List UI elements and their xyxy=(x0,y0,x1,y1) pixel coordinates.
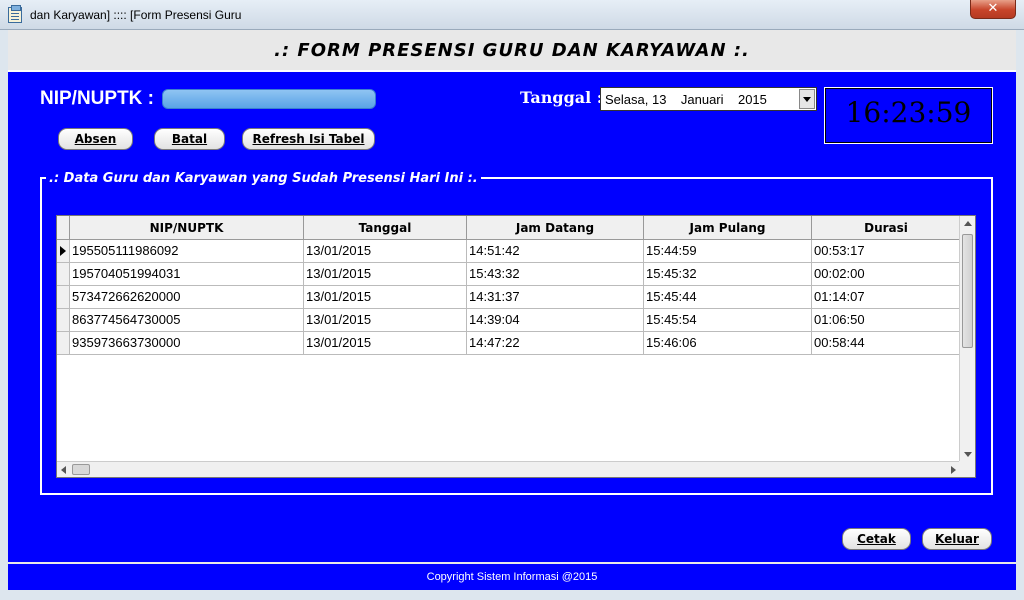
table-row[interactable]: 195704051994031 13/01/2015 15:43:32 15:4… xyxy=(57,263,961,286)
row-indicator-header xyxy=(57,216,70,240)
form-header: .: FORM PRESENSI GURU DAN KARYAWAN :. xyxy=(8,30,1016,72)
row-selector[interactable] xyxy=(57,332,70,355)
vertical-scrollbar[interactable] xyxy=(959,216,975,462)
scroll-up-arrow-icon[interactable] xyxy=(964,221,972,226)
cell-nip[interactable]: 195505111986092 xyxy=(70,240,304,263)
cell-jam-datang[interactable]: 14:39:04 xyxy=(467,309,644,332)
table-header: NIP/NUPTK Tanggal Jam Datang Jam Pulang … xyxy=(57,216,961,240)
cell-nip[interactable]: 195704051994031 xyxy=(70,263,304,286)
presensi-table[interactable]: NIP/NUPTK Tanggal Jam Datang Jam Pulang … xyxy=(56,215,976,478)
footer: Copyright Sistem Informasi @2015 xyxy=(8,562,1016,590)
copyright-text: Copyright Sistem Informasi @2015 xyxy=(426,571,598,583)
clock-display: 16:23:59 xyxy=(824,87,993,144)
cell-tanggal[interactable]: 13/01/2015 xyxy=(304,309,467,332)
cell-jam-datang[interactable]: 14:47:22 xyxy=(467,332,644,355)
cell-tanggal[interactable]: 13/01/2015 xyxy=(304,286,467,309)
row-selector[interactable] xyxy=(57,240,70,263)
table-row[interactable]: 195505111986092 13/01/2015 14:51:42 15:4… xyxy=(57,240,961,263)
cell-tanggal[interactable]: 13/01/2015 xyxy=(304,332,467,355)
cell-durasi[interactable]: 00:58:44 xyxy=(812,332,961,355)
scroll-left-arrow-icon[interactable] xyxy=(61,466,66,474)
nip-label: NIP/NUPTK : xyxy=(40,88,154,109)
nip-input[interactable] xyxy=(162,89,376,109)
close-button[interactable]: ✕ xyxy=(970,0,1016,19)
table-row[interactable]: 573472662620000 13/01/2015 14:31:37 15:4… xyxy=(57,286,961,309)
cell-jam-datang[interactable]: 14:31:37 xyxy=(467,286,644,309)
cell-jam-datang[interactable]: 14:51:42 xyxy=(467,240,644,263)
batal-button[interactable]: Batal xyxy=(154,128,225,150)
horizontal-scroll-thumb[interactable] xyxy=(72,464,90,475)
page-title: .: FORM PRESENSI GURU DAN KARYAWAN :. xyxy=(274,40,750,61)
scrollbar-corner xyxy=(959,461,975,477)
presensi-form: .: FORM PRESENSI GURU DAN KARYAWAN :. NI… xyxy=(8,30,1016,590)
tanggal-value: Selasa, 13 Januari 2015 xyxy=(605,92,767,107)
row-selector[interactable] xyxy=(57,286,70,309)
absen-button[interactable]: Absen xyxy=(58,128,133,150)
keluar-button[interactable]: Keluar xyxy=(922,528,992,550)
clock-time: 16:23:59 xyxy=(845,96,972,129)
cell-jam-datang[interactable]: 15:43:32 xyxy=(467,263,644,286)
cell-nip[interactable]: 863774564730005 xyxy=(70,309,304,332)
group-title: .: Data Guru dan Karyawan yang Sudah Pre… xyxy=(46,171,481,186)
cetak-button[interactable]: Cetak xyxy=(842,528,911,550)
column-header-jam-pulang[interactable]: Jam Pulang xyxy=(644,216,812,240)
column-header-tanggal[interactable]: Tanggal xyxy=(304,216,467,240)
scroll-down-arrow-icon[interactable] xyxy=(964,452,972,457)
horizontal-scrollbar[interactable] xyxy=(57,461,961,477)
row-selector[interactable] xyxy=(57,263,70,286)
cell-jam-pulang[interactable]: 15:44:59 xyxy=(644,240,812,263)
table-row[interactable]: 935973663730000 13/01/2015 14:47:22 15:4… xyxy=(57,332,961,355)
cell-jam-pulang[interactable]: 15:46:06 xyxy=(644,332,812,355)
cell-tanggal[interactable]: 13/01/2015 xyxy=(304,240,467,263)
vertical-scroll-thumb[interactable] xyxy=(962,234,973,348)
column-header-durasi[interactable]: Durasi xyxy=(812,216,961,240)
table-row[interactable]: 863774564730005 13/01/2015 14:39:04 15:4… xyxy=(57,309,961,332)
cell-jam-pulang[interactable]: 15:45:32 xyxy=(644,263,812,286)
title-bar: dan Karyawan] :::: [Form Presensi Guru ✕ xyxy=(0,0,1024,30)
cell-tanggal[interactable]: 13/01/2015 xyxy=(304,263,467,286)
current-row-arrow-icon xyxy=(60,246,66,256)
tanggal-label: Tanggal : xyxy=(520,88,603,107)
column-header-nip[interactable]: NIP/NUPTK xyxy=(70,216,304,240)
cell-nip[interactable]: 573472662620000 xyxy=(70,286,304,309)
cell-durasi[interactable]: 01:14:07 xyxy=(812,286,961,309)
cell-durasi[interactable]: 00:02:00 xyxy=(812,263,961,286)
cell-jam-pulang[interactable]: 15:45:54 xyxy=(644,309,812,332)
cell-nip[interactable]: 935973663730000 xyxy=(70,332,304,355)
cell-durasi[interactable]: 01:06:50 xyxy=(812,309,961,332)
chevron-down-icon[interactable] xyxy=(799,89,815,109)
tanggal-date-picker[interactable]: Selasa, 13 Januari 2015 xyxy=(600,87,817,111)
window-title: dan Karyawan] :::: [Form Presensi Guru xyxy=(30,8,242,22)
cell-jam-pulang[interactable]: 15:45:44 xyxy=(644,286,812,309)
row-selector[interactable] xyxy=(57,309,70,332)
column-header-jam-datang[interactable]: Jam Datang xyxy=(467,216,644,240)
refresh-button[interactable]: Refresh Isi Tabel xyxy=(242,128,375,150)
app-icon[interactable] xyxy=(8,5,22,23)
cell-durasi[interactable]: 00:53:17 xyxy=(812,240,961,263)
scroll-right-arrow-icon[interactable] xyxy=(951,466,956,474)
